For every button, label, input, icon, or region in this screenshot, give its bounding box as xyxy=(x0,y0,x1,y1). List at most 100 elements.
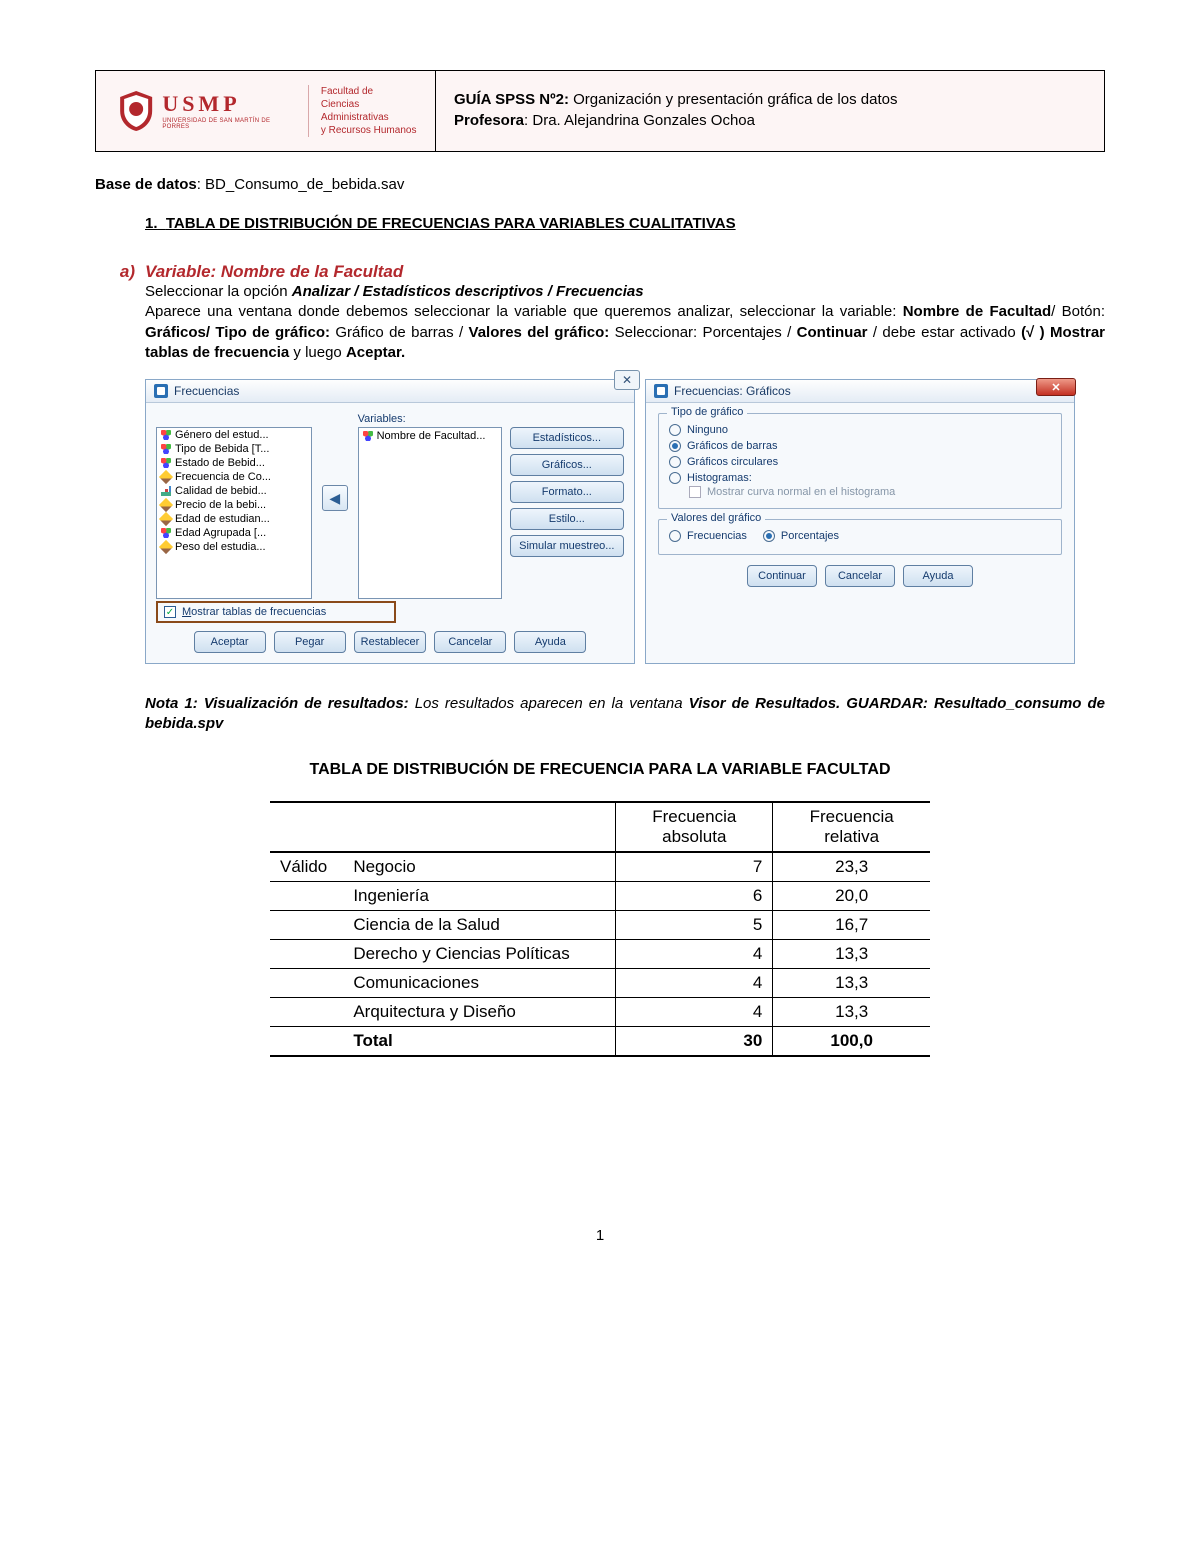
list-item-label: Edad de estudian... xyxy=(175,513,270,525)
list-item[interactable]: Género del estud... xyxy=(157,428,311,442)
category-cell: Arquitectura y Diseño xyxy=(343,998,615,1027)
table-row: VálidoNegocio723,3 xyxy=(270,852,930,882)
freq-rel-cell: 13,3 xyxy=(773,998,930,1027)
close-icon[interactable]: ✕ xyxy=(614,370,640,390)
spss-graficos-dialog: ✕ Frecuencias: Gráficos Tipo de gráfico … xyxy=(645,379,1075,664)
freq-abs-cell: 7 xyxy=(616,852,773,882)
table-row: Ingeniería620,0 xyxy=(270,882,930,911)
header-box: USMP UNIVERSIDAD DE SAN MARTÍN DE PORRES… xyxy=(95,70,1105,152)
dialog-button[interactable]: Cancelar xyxy=(825,565,895,587)
variable-type-icon xyxy=(159,512,173,526)
dialog-title-2: Frecuencias: Gráficos xyxy=(674,384,791,398)
dialog-title-bar: Frecuencias xyxy=(146,380,634,403)
db-label: Base de datos xyxy=(95,176,197,193)
radio-option[interactable]: Gráficos de barras xyxy=(669,438,1051,454)
spss-frecuencias-dialog: ✕ Frecuencias Género del estud...Tipo de… xyxy=(145,379,635,664)
category-cell: Ingeniería xyxy=(343,882,615,911)
faculty-line-2: Ciencias Administrativas xyxy=(321,98,425,124)
spss-screenshots: ✕ Frecuencias Género del estud... Tipo de… xyxy=(145,379,1105,664)
histogram-curve-label: Mostrar curva normal en el histograma xyxy=(707,486,895,498)
radio-option[interactable]: Gráficos circulares xyxy=(669,454,1051,470)
total-fa: 30 xyxy=(616,1027,773,1057)
prof-name: : Dra. Alejandrina Gonzales Ochoa xyxy=(524,112,755,129)
category-cell: Comunicaciones xyxy=(343,969,615,998)
header-info: GUÍA SPSS Nº2: Organización y presentaci… xyxy=(436,71,1104,151)
dialog-button[interactable]: Gráficos... xyxy=(510,454,624,476)
logo-cell: USMP UNIVERSIDAD DE SAN MARTÍN DE PORRES… xyxy=(96,71,436,151)
close-button[interactable]: ✕ xyxy=(1036,378,1076,396)
dialog-button[interactable]: Pegar xyxy=(274,631,346,653)
logo-text: USMP xyxy=(162,93,294,115)
radio-option[interactable]: Porcentajes xyxy=(763,528,839,544)
col-header-2b: relativa xyxy=(824,827,879,846)
move-variable-button[interactable]: ◀ xyxy=(322,485,348,511)
body-text-7: y luego xyxy=(289,344,346,361)
list-item-label: Género del estud... xyxy=(175,429,269,441)
app-icon xyxy=(654,384,668,398)
table-row: Ciencia de la Salud516,7 xyxy=(270,911,930,940)
dialog-button[interactable]: Restablecer xyxy=(354,631,427,653)
variable-type-icon xyxy=(159,540,173,554)
heading-number: 1. xyxy=(145,215,158,232)
body-text: Seleccionar la opción xyxy=(145,283,292,300)
logo-subtext: UNIVERSIDAD DE SAN MARTÍN DE PORRES xyxy=(162,118,294,130)
table-total-row: Total30100,0 xyxy=(270,1027,930,1057)
list-item-label: Peso del estudia... xyxy=(175,541,266,553)
dialog-button[interactable]: Estadísticos... xyxy=(510,427,624,449)
radio-icon xyxy=(669,530,681,542)
list-item[interactable]: Frecuencia de Co... xyxy=(157,470,311,484)
frequency-table: Frecuenciaabsoluta Frecuenciarelativa Vá… xyxy=(270,801,930,1057)
radio-option[interactable]: Histogramas: xyxy=(669,470,1051,486)
continuar-bold: Continuar xyxy=(797,324,868,341)
guide-title-bold: GUÍA SPSS Nº2: xyxy=(454,91,569,108)
graficos-bold: Gráficos/ Tipo de gráfico: xyxy=(145,324,330,341)
variable-type-icon xyxy=(159,498,173,512)
radio-label: Gráficos de barras xyxy=(687,440,777,452)
list-item-label: Tipo de Bebida [T... xyxy=(175,443,269,455)
radio-icon xyxy=(669,472,681,484)
dialog-button[interactable]: Simular muestreo... xyxy=(510,535,624,557)
freq-abs-cell: 6 xyxy=(616,882,773,911)
list-item[interactable]: Tipo de Bebida [T... xyxy=(157,442,311,456)
group-legend-1: Tipo de gráfico xyxy=(667,406,747,418)
list-item[interactable]: Precio de la bebi... xyxy=(157,498,311,512)
dialog-button[interactable]: Ayuda xyxy=(903,565,973,587)
variable-type-icon xyxy=(161,486,171,496)
dialog-title: Frecuencias xyxy=(174,384,239,398)
variable-icon xyxy=(363,431,373,441)
mostrar-tablas-checkbox-row[interactable]: ✓ Mostrar tablas de frecuencias xyxy=(156,601,396,623)
dialog-button[interactable]: Cancelar xyxy=(434,631,506,653)
body-text-5: Seleccionar: Porcentajes / xyxy=(609,324,796,341)
list-item[interactable]: Calidad de bebid... xyxy=(157,484,311,498)
nota-lead: Nota 1: Visualización de resultados: xyxy=(145,695,409,712)
section-body: Seleccionar la opción Analizar / Estadís… xyxy=(145,282,1105,363)
valores-grafico-group: Valores del gráfico FrecuenciasPorcentaj… xyxy=(658,519,1062,555)
radio-option[interactable]: Ninguno xyxy=(669,422,1051,438)
list-item[interactable]: Peso del estudia... xyxy=(157,540,311,554)
dialog-button[interactable]: Estilo... xyxy=(510,508,624,530)
selected-variables-box[interactable]: Nombre de Facultad... xyxy=(358,427,502,599)
freq-abs-cell: 4 xyxy=(616,940,773,969)
radio-label: Frecuencias xyxy=(687,530,747,542)
dialog-button[interactable]: Aceptar xyxy=(194,631,266,653)
body-menu-path: Analizar / Estadísticos descriptivos / F… xyxy=(292,283,644,300)
radio-icon xyxy=(669,424,681,436)
list-item[interactable]: Estado de Bebid... xyxy=(157,456,311,470)
dialog-button[interactable]: Formato... xyxy=(510,481,624,503)
dialog-button[interactable]: Ayuda xyxy=(514,631,586,653)
list-item[interactable]: Edad de estudian... xyxy=(157,512,311,526)
freq-abs-cell: 4 xyxy=(616,998,773,1027)
variables-listbox[interactable]: Género del estud...Tipo de Bebida [T...E… xyxy=(156,427,312,599)
section-title: Variable: Nombre de la Facultad xyxy=(145,262,1105,282)
freq-rel-cell: 16,7 xyxy=(773,911,930,940)
body-text-3: / Botón: xyxy=(1051,303,1105,320)
radio-icon xyxy=(763,530,775,542)
col-header-1a: Frecuencia xyxy=(652,807,736,826)
radio-label: Ninguno xyxy=(687,424,728,436)
checkbox-icon[interactable]: ✓ xyxy=(164,606,176,618)
dialog-button[interactable]: Continuar xyxy=(747,565,817,587)
list-item[interactable]: Edad Agrupada [... xyxy=(157,526,311,540)
radio-option[interactable]: Frecuencias xyxy=(669,528,747,544)
tipo-grafico-group: Tipo de gráfico NingunoGráficos de barra… xyxy=(658,413,1062,509)
faculty-line-1: Facultad de xyxy=(321,85,425,98)
